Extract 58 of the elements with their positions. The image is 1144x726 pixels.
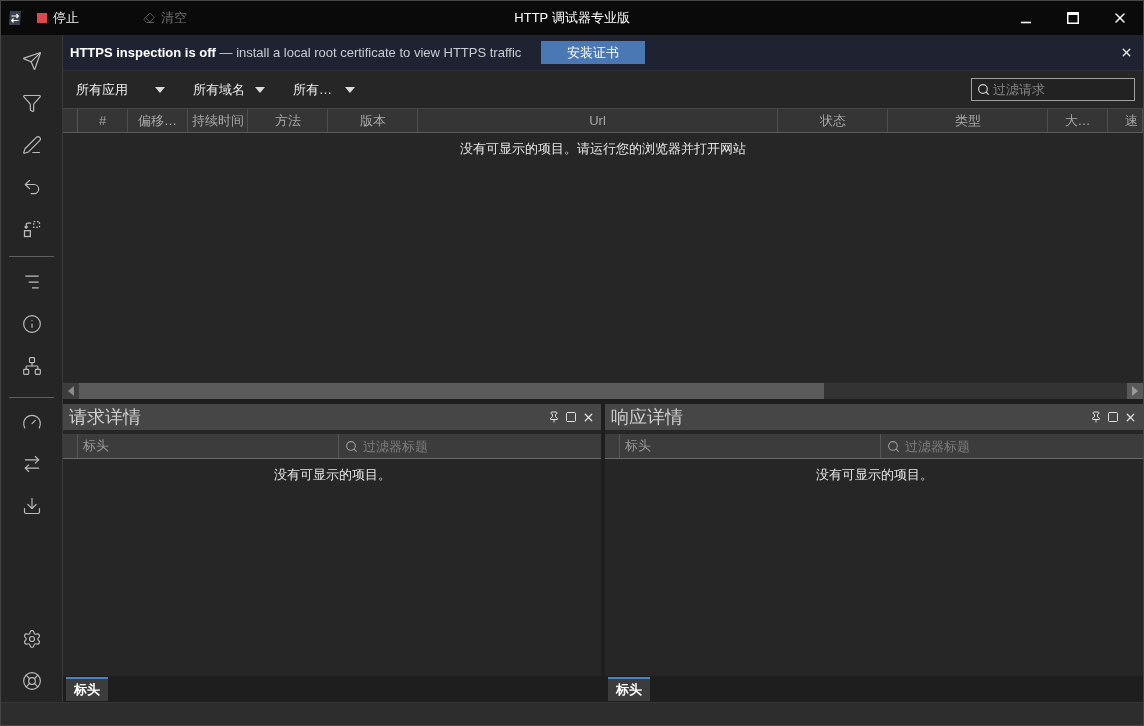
download-icon[interactable] xyxy=(21,496,42,516)
search-field[interactable]: 过滤请求 xyxy=(971,78,1135,101)
filter-icon[interactable] xyxy=(21,93,42,113)
horizontal-scrollbar[interactable] xyxy=(63,382,1143,399)
panel-title: 响应详情 xyxy=(611,406,683,429)
column-header[interactable]: 持续时间 xyxy=(188,109,248,132)
pin-icon[interactable] xyxy=(1090,411,1102,423)
hierarchy-icon[interactable] xyxy=(21,356,42,376)
scrollbar-thumb[interactable] xyxy=(79,383,825,399)
filter-dropdown[interactable]: 所有… xyxy=(287,76,360,103)
column-header[interactable]: 速 xyxy=(1108,109,1143,132)
install-certificate-button[interactable]: 安装证书 xyxy=(541,41,646,64)
lifebuoy-icon[interactable] xyxy=(21,671,42,691)
search-icon xyxy=(887,440,900,453)
app-logo-icon xyxy=(8,11,22,25)
filter-field[interactable]: 过滤器标题 xyxy=(881,434,1143,458)
column-header[interactable]: 状态 xyxy=(778,109,888,132)
caret-icon xyxy=(255,86,265,93)
eraser-icon xyxy=(143,12,155,24)
column-header[interactable]: 版本 xyxy=(328,109,418,132)
search-icon xyxy=(977,83,990,96)
stop-button[interactable]: 停止 xyxy=(35,5,81,31)
empty-message: 没有可显示的项目。请运行您的浏览器并打开网站 xyxy=(460,140,746,156)
column-header[interactable]: 偏移… xyxy=(128,109,188,132)
restore-icon[interactable] xyxy=(1107,411,1119,423)
settings-icon[interactable] xyxy=(21,629,42,649)
column-header[interactable]: 大… xyxy=(1048,109,1108,132)
filter-field[interactable]: 过滤器标题 xyxy=(339,434,601,458)
empty-header-cell xyxy=(605,434,620,458)
filter-dropdown[interactable]: 所有域名 xyxy=(187,76,270,103)
restore-icon[interactable] xyxy=(565,411,577,423)
left-arrow-icon[interactable] xyxy=(68,386,74,396)
close-icon[interactable] xyxy=(1120,46,1133,59)
pin-icon[interactable] xyxy=(548,411,560,423)
info-icon[interactable] xyxy=(21,314,42,334)
tab[interactable]: 标头 xyxy=(66,677,108,701)
column-header[interactable]: 标头 xyxy=(620,434,881,458)
column-header[interactable]: Url xyxy=(418,109,778,132)
column-header[interactable]: # xyxy=(78,109,128,132)
column-header[interactable]: 标头 xyxy=(78,434,339,458)
caret-icon xyxy=(155,86,165,93)
pen-icon[interactable] xyxy=(21,135,42,155)
empty-message: 没有可显示的项目。 xyxy=(815,466,933,482)
banner-message: HTTPS inspection is off — install a local root certificate to view HTTPS traffic xyxy=(70,45,522,60)
stop-icon xyxy=(37,13,47,23)
caret-icon xyxy=(345,86,355,93)
right-arrow-icon[interactable] xyxy=(1132,386,1138,396)
dashed-squares-icon[interactable] xyxy=(21,219,42,239)
column-header[interactable]: 方法 xyxy=(248,109,328,132)
window-title: HTTP 调试器专业版 xyxy=(514,9,630,27)
panel-title: 请求详情 xyxy=(69,406,141,429)
tab[interactable]: 标头 xyxy=(608,677,650,701)
empty-message: 没有可显示的项目。 xyxy=(273,466,391,482)
filter-dropdown[interactable]: 所有应用 xyxy=(70,76,170,103)
column-header[interactable]: 类型 xyxy=(888,109,1048,132)
search-icon xyxy=(345,440,358,453)
maximize-icon[interactable] xyxy=(1066,12,1079,24)
send-icon[interactable] xyxy=(21,51,42,71)
